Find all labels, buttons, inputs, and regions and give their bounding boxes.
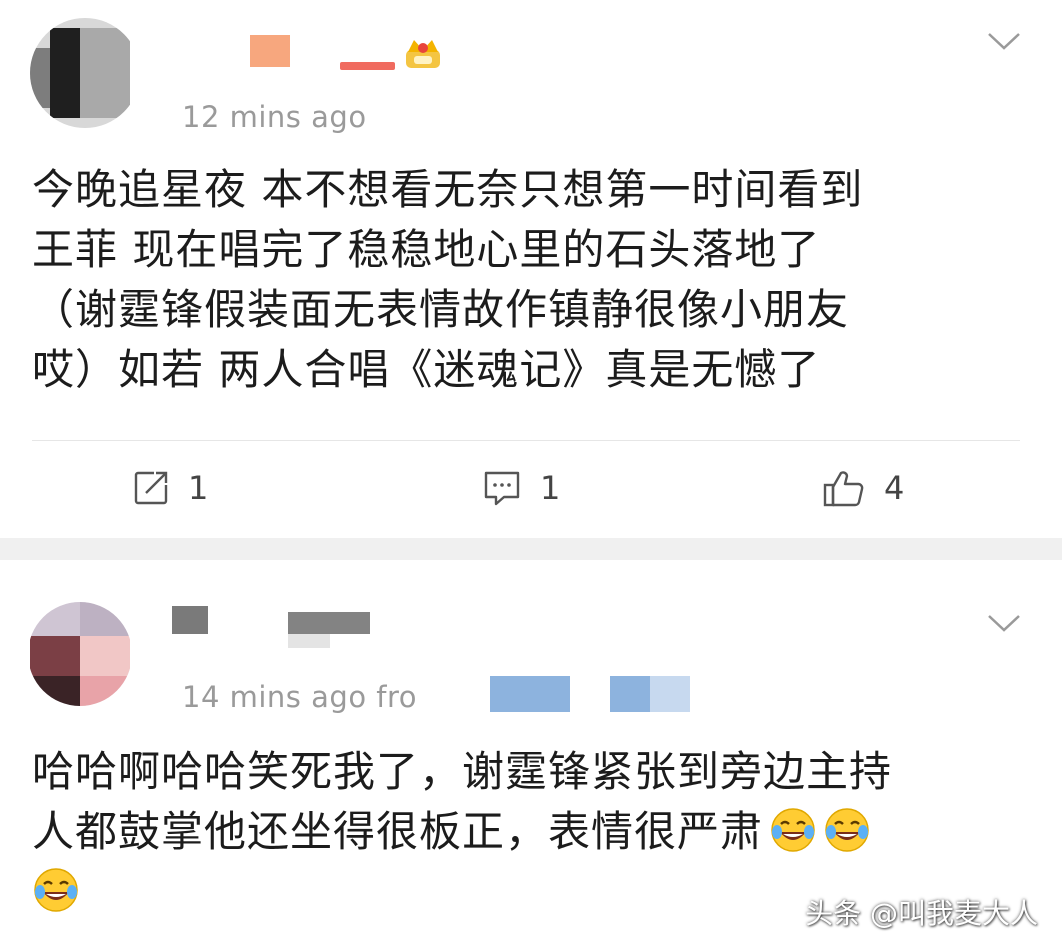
comment-line: 今晚追星夜 本不想看无奈只想第一时间看到 (32, 165, 864, 214)
source-redacted (490, 676, 570, 712)
comment-line: 人都鼓掌他还坐得很板正，表情很严肃 (32, 802, 1032, 862)
comment-card-1: 12 mins ago 今晚追星夜 本不想看无奈只想第一时间看到 王菲 现在唱完… (0, 0, 1062, 538)
divider (32, 440, 1020, 441)
like-count: 4 (884, 469, 905, 507)
laugh-cry-emoji-icon (34, 868, 78, 912)
source-redacted-2 (610, 676, 650, 712)
comment-line: 哈哈啊哈哈笑死我了，谢霆锋紧张到旁边主持 (32, 747, 893, 796)
avatar[interactable] (30, 596, 130, 706)
section-separator (0, 538, 1062, 560)
laugh-cry-emoji-icon (825, 808, 869, 852)
username-redacted[interactable] (172, 606, 208, 634)
repost-button[interactable]: 1 (132, 468, 208, 508)
username-redacted-3 (288, 634, 330, 648)
comment-count: 1 (540, 469, 561, 507)
repost-icon (134, 471, 168, 505)
comment-icon (484, 471, 520, 506)
timestamp: 12 mins ago (182, 100, 367, 134)
repost-count: 1 (188, 469, 209, 507)
source-redacted-3 (650, 676, 690, 712)
username-redacted[interactable] (250, 35, 290, 67)
like-button[interactable]: 4 (822, 468, 904, 508)
comment-line: 哎）如若 两人合唱《迷魂记》真是无憾了 (32, 345, 821, 394)
comment-line: 王菲 现在唱完了稳稳地心里的石头落地了 (32, 225, 821, 274)
comment-button[interactable]: 1 (482, 468, 560, 508)
username-redacted-2 (288, 612, 370, 634)
comment-text: 今晚追星夜 本不想看无奈只想第一时间看到 王菲 现在唱完了稳稳地心里的石头落地了… (32, 160, 1032, 400)
laugh-cry-emoji-icon (771, 808, 815, 852)
vip-crown-icon (402, 36, 444, 72)
timestamp: 14 mins ago fro (182, 680, 418, 714)
comment-line-text: 人都鼓掌他还坐得很板正，表情很严肃 (32, 807, 764, 856)
comment-line: （谢霆锋假装面无表情故作镇静很像小朋友 (32, 285, 850, 334)
chevron-down-icon[interactable] (986, 612, 1022, 634)
chevron-down-icon[interactable] (986, 30, 1022, 52)
username-redacted-2 (340, 62, 395, 70)
thumbs-up-icon (823, 471, 864, 507)
watermark: 头条 @叫我麦大人 (805, 897, 1038, 930)
avatar[interactable] (30, 18, 130, 128)
